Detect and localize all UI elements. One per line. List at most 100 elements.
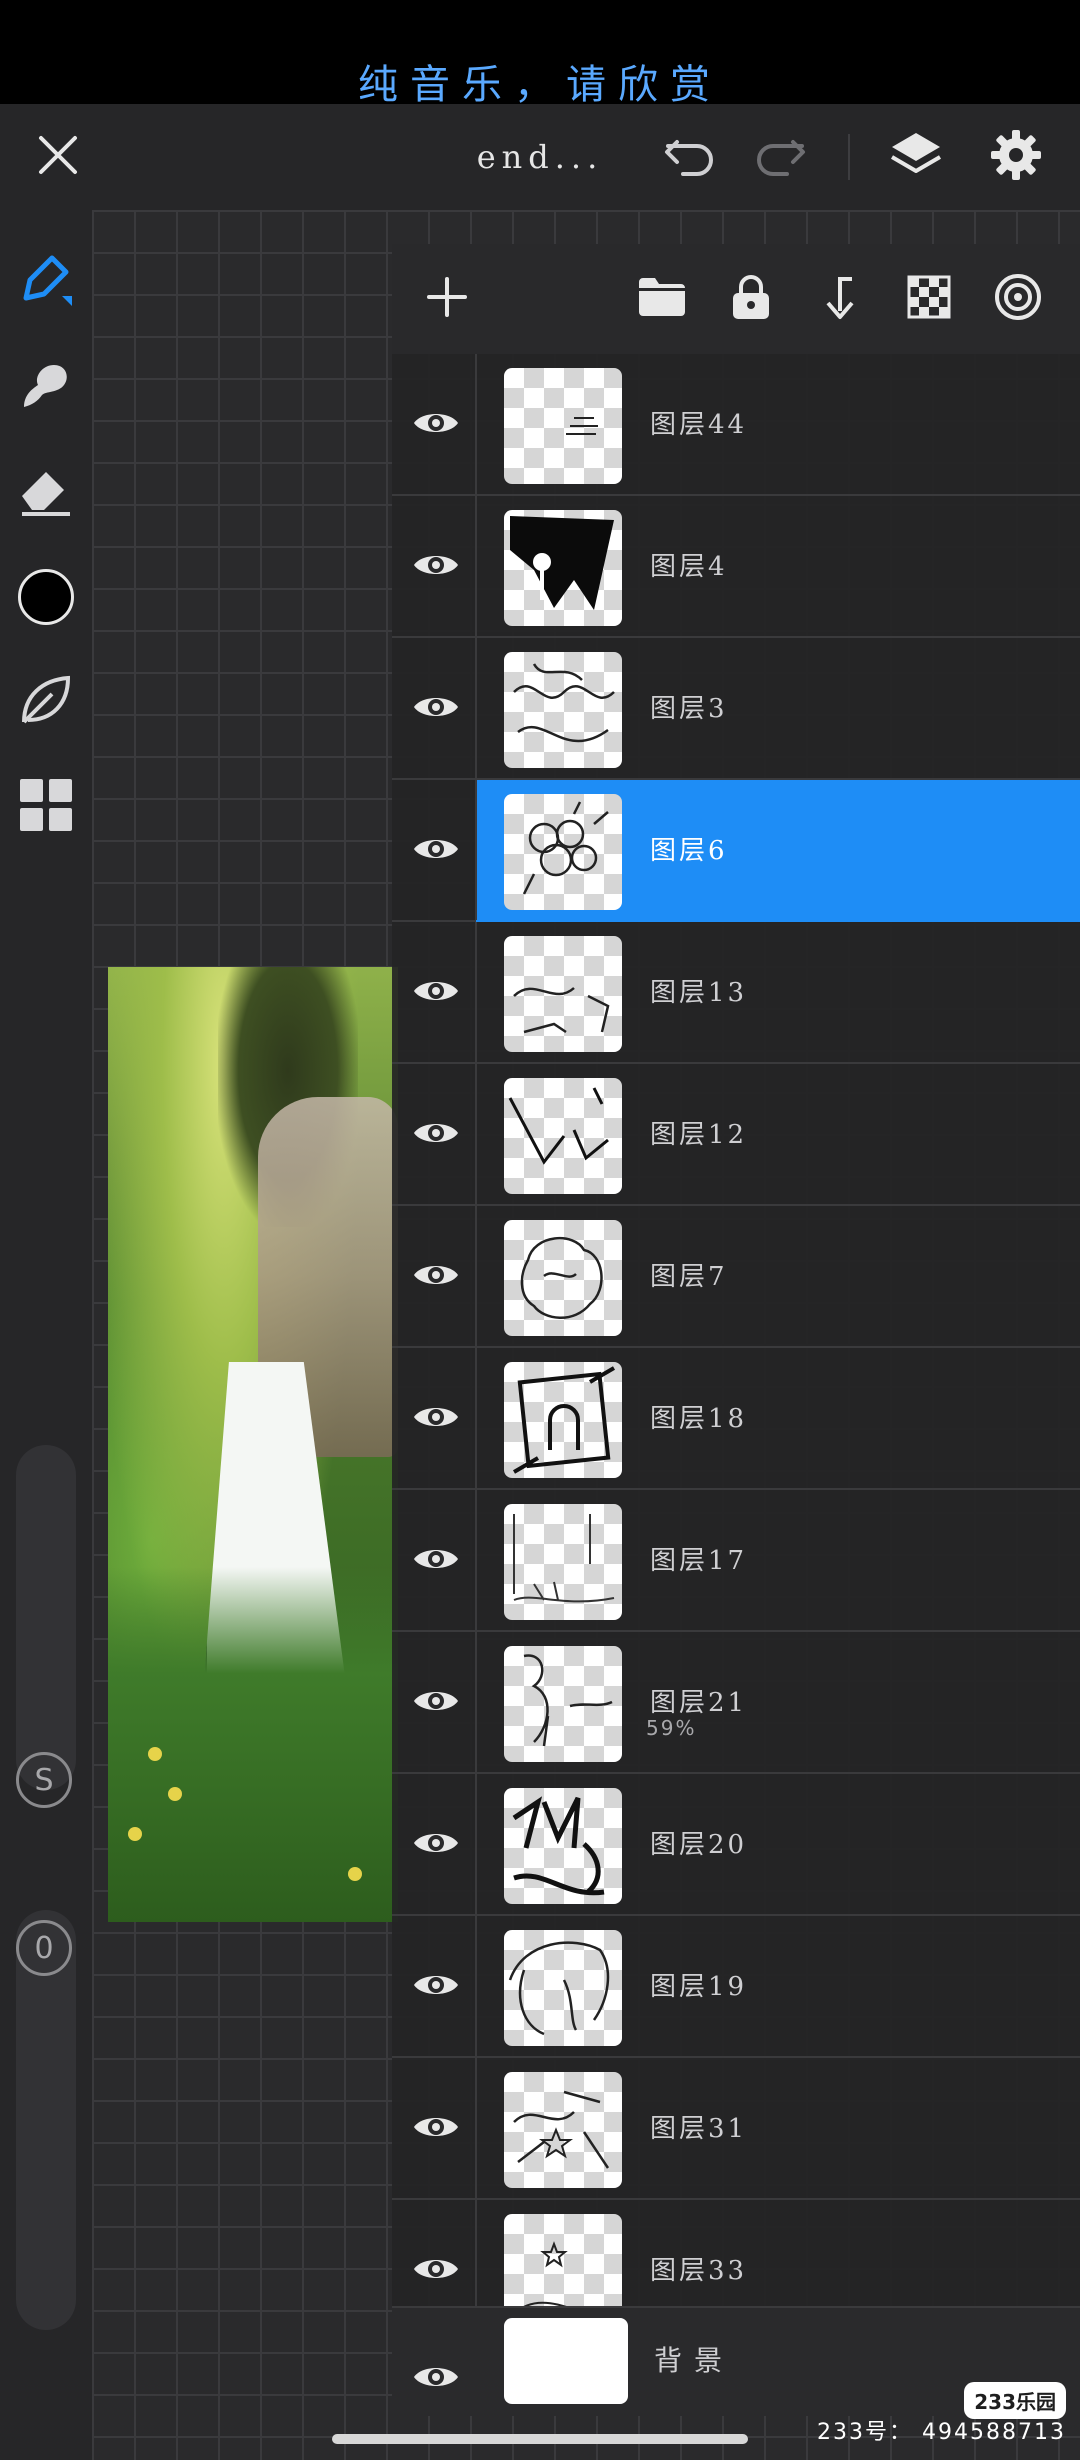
eye-icon: [412, 975, 460, 1011]
layers-panel: 图层44 图层4 图层3 图层6 图层13 图层12 图层7 图层18 图层17 图层21 59% 图…: [392, 244, 1080, 2404]
add-layer-button[interactable]: [412, 244, 482, 354]
eye-icon: [412, 1685, 460, 1721]
eye-icon: [412, 1827, 460, 1863]
layer-name: 图层3: [650, 694, 728, 724]
layers-button[interactable]: [876, 104, 956, 210]
layer-name: 图层18: [650, 1404, 748, 1434]
undo-icon: [663, 132, 717, 182]
row-divider: [475, 1774, 477, 1914]
home-indicator[interactable]: [332, 2434, 748, 2444]
layer-thumbnail: [504, 1504, 622, 1620]
layer-row[interactable]: 图层17: [392, 1490, 1080, 1632]
visibility-toggle[interactable]: [406, 2247, 466, 2295]
artwork-flower: [128, 1827, 142, 1841]
layer-name: 图层6: [650, 836, 728, 866]
layer-row[interactable]: 图层3: [392, 638, 1080, 780]
visibility-toggle[interactable]: [406, 2105, 466, 2153]
visibility-toggle[interactable]: [406, 1821, 466, 1869]
layer-row[interactable]: 图层6: [392, 780, 1080, 922]
layer-name: 图层31: [650, 2114, 748, 2144]
layer-row[interactable]: 图层19: [392, 1916, 1080, 2058]
visibility-toggle[interactable]: [406, 1963, 466, 2011]
visibility-toggle[interactable]: [406, 1537, 466, 1585]
layers-panel-header: [392, 244, 1080, 354]
visibility-toggle[interactable]: [406, 1253, 466, 1301]
layer-row[interactable]: 图层44: [392, 354, 1080, 496]
visibility-toggle[interactable]: [406, 969, 466, 1017]
add-icon: [425, 275, 469, 323]
redo-button[interactable]: [740, 104, 820, 210]
visibility-toggle[interactable]: [406, 2355, 466, 2403]
opacity-badge: 0: [16, 1920, 72, 1976]
artwork-flower: [348, 1867, 362, 1881]
visibility-toggle[interactable]: [406, 685, 466, 733]
layer-name: 图层21: [650, 1688, 748, 1718]
visibility-toggle[interactable]: [406, 1679, 466, 1727]
merge-down-icon: [818, 273, 862, 325]
visibility-toggle[interactable]: [406, 1111, 466, 1159]
visibility-toggle[interactable]: [406, 543, 466, 591]
background-layer-name: 背景: [654, 2344, 735, 2377]
leaf-brush-tool[interactable]: [0, 660, 92, 744]
layer-row[interactable]: 图层31: [392, 2058, 1080, 2200]
layer-thumbnail: [504, 1930, 622, 2046]
eye-icon: [412, 1401, 460, 1437]
layer-row[interactable]: 图层20: [392, 1774, 1080, 1916]
row-divider: [475, 1632, 477, 1772]
merge-down-button[interactable]: [805, 244, 875, 354]
layer-name: 图层20: [650, 1830, 748, 1860]
layer-row[interactable]: 图层18: [392, 1348, 1080, 1490]
layer-row[interactable]: 图层7: [392, 1206, 1080, 1348]
reference-button[interactable]: [983, 244, 1053, 354]
brush-size-slider[interactable]: [16, 1445, 76, 1790]
top-toolbar: end...: [0, 104, 1080, 210]
eraser-tool[interactable]: [0, 450, 92, 534]
leaf-icon: [16, 670, 76, 734]
layer-row[interactable]: 图层12: [392, 1064, 1080, 1206]
undo-button[interactable]: [650, 104, 730, 210]
pen-icon: [16, 250, 76, 314]
color-picker[interactable]: [0, 555, 92, 639]
group-button[interactable]: [627, 244, 697, 354]
row-divider: [475, 354, 477, 494]
layer-name: 图层33: [650, 2256, 748, 2286]
settings-button[interactable]: [976, 104, 1056, 210]
artwork-flower: [168, 1787, 182, 1801]
layer-row[interactable]: 图层33: [392, 2200, 1080, 2314]
lock-icon: [729, 273, 773, 325]
grid-icon: [18, 777, 74, 837]
layer-thumbnail: [504, 1788, 622, 1904]
lock-button[interactable]: [716, 244, 786, 354]
banner-caption: 纯音乐，请欣赏: [358, 62, 722, 108]
artwork-flower: [148, 1747, 162, 1761]
eye-icon: [412, 549, 460, 585]
layer-thumbnail: [504, 2072, 622, 2188]
visibility-toggle[interactable]: [406, 1395, 466, 1443]
target-icon: [993, 272, 1043, 326]
row-divider: [475, 638, 477, 778]
visibility-toggle[interactable]: [406, 401, 466, 449]
eye-icon: [412, 1969, 460, 2005]
layer-thumbnail: [504, 652, 622, 768]
layer-thumbnail: [504, 1362, 622, 1478]
pen-tool[interactable]: [0, 240, 92, 324]
close-button[interactable]: [18, 104, 98, 210]
visibility-toggle[interactable]: [406, 827, 466, 875]
layer-name: 图层7: [650, 1262, 728, 1292]
row-divider: [475, 1064, 477, 1204]
layer-row[interactable]: 图层13: [392, 922, 1080, 1064]
smudge-tool[interactable]: [0, 345, 92, 429]
row-divider: [475, 1490, 477, 1630]
layer-name: 图层4: [650, 552, 728, 582]
transparency-icon: [907, 275, 951, 323]
layer-list: 图层44 图层4 图层3 图层6 图层13 图层12 图层7 图层18 图层17 图层21 59% 图…: [392, 354, 1080, 2314]
gallery-tool[interactable]: [0, 765, 92, 849]
layer-row[interactable]: 图层4: [392, 496, 1080, 638]
layer-row[interactable]: 图层21 59%: [392, 1632, 1080, 1774]
transparency-button[interactable]: [894, 244, 964, 354]
eye-icon: [412, 2361, 460, 2397]
redo-icon: [753, 132, 807, 182]
toolbar-divider: [848, 134, 850, 180]
layer-name: 图层19: [650, 1972, 748, 2002]
layer-thumbnail: [504, 936, 622, 1052]
